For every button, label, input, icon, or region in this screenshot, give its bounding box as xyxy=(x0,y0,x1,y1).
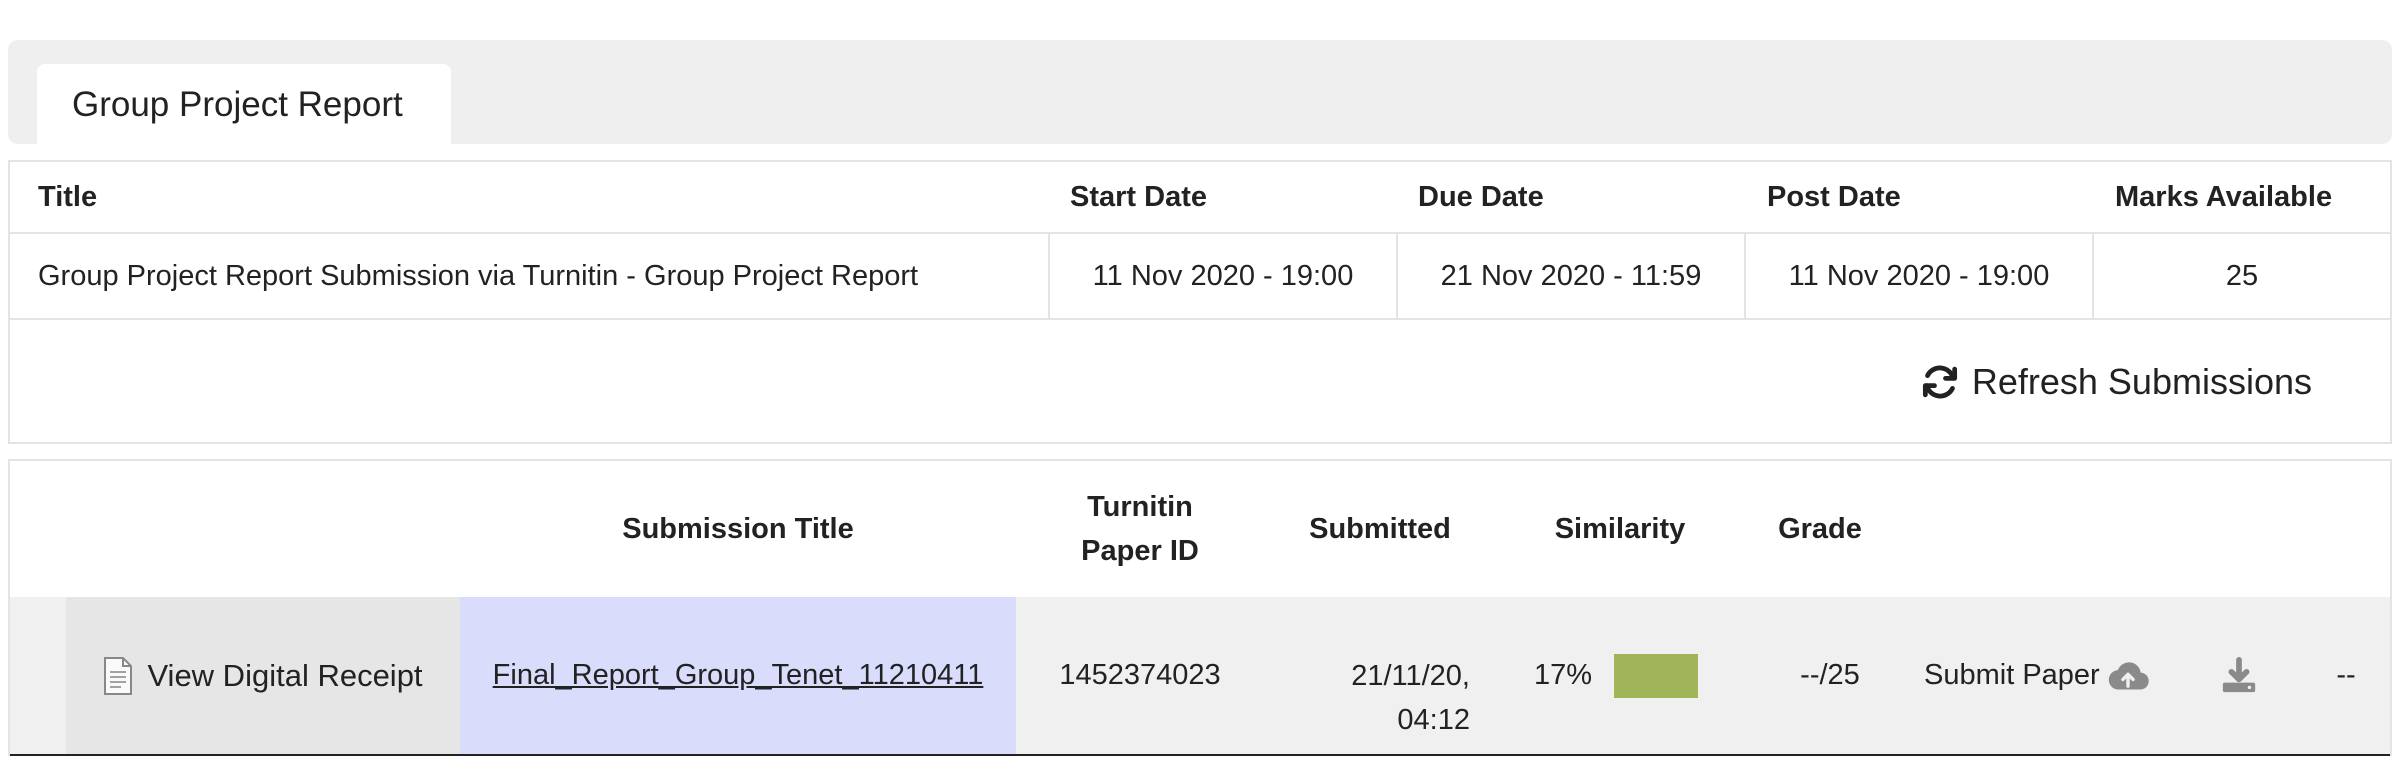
assignment-start-date: 11 Nov 2020 - 19:00 xyxy=(1048,234,1396,318)
submission-title-cell: Final_Report_Group_Tenet_11210411 xyxy=(460,597,1016,754)
refresh-submissions-button[interactable]: Refresh Submissions xyxy=(1918,352,2312,412)
submit-paper-label: Submit Paper xyxy=(1924,659,2100,691)
header-paper-id-line2: Paper ID xyxy=(1081,535,1199,567)
header-post-date: Post Date xyxy=(1767,180,1901,213)
header-start-date: Start Date xyxy=(1070,180,1207,213)
submission-title-link[interactable]: Final_Report_Group_Tenet_11210411 xyxy=(493,659,984,692)
similarity-bar[interactable] xyxy=(1614,653,1699,698)
submitted-date: 21/11/20, 04:12 xyxy=(1290,597,1470,754)
assignment-row: Group Project Report Submission via Turn… xyxy=(10,234,2390,320)
similarity-cell[interactable]: 17% xyxy=(1534,597,1734,754)
assignment-title: Group Project Report Submission via Turn… xyxy=(38,259,919,292)
tab-strip: Group Project Report xyxy=(8,40,2392,146)
header-due-date: Due Date xyxy=(1418,180,1544,213)
header-title: Title xyxy=(38,180,98,213)
row-last-value: -- xyxy=(2336,659,2356,691)
header-turnitin-paper-id: Turnitin Paper ID xyxy=(1020,461,1260,597)
receipt-label: View Digital Receipt xyxy=(147,657,423,693)
paper-id: 1452374023 xyxy=(1059,659,1221,691)
view-digital-receipt-button[interactable]: View Digital Receipt xyxy=(66,597,460,754)
submitted-time-line2: 04:12 xyxy=(1397,703,1470,736)
download-icon xyxy=(2222,656,2256,692)
submission-row: View Digital Receipt Final_Report_Group_… xyxy=(10,597,2390,756)
assignment-due-date: 21 Nov 2020 - 11:59 xyxy=(1396,234,1744,318)
submissions-header-row: Submission Title Turnitin Paper ID Submi… xyxy=(10,461,2390,597)
header-grade: Grade xyxy=(1778,513,1862,545)
submissions-table: Submission Title Turnitin Paper ID Submi… xyxy=(8,459,2392,756)
header-submission-title: Submission Title xyxy=(622,513,854,545)
tab-group-project-report[interactable]: Group Project Report xyxy=(37,64,451,146)
refresh-icon xyxy=(1922,365,1957,399)
header-similarity: Similarity xyxy=(1554,513,1686,545)
assignment-marks: 25 xyxy=(2092,234,2390,318)
assignment-header-row: Title Start Date Due Date Post Date Mark… xyxy=(10,162,2390,234)
cloud-upload-icon xyxy=(2108,661,2149,690)
assignment-post-date: 11 Nov 2020 - 19:00 xyxy=(1744,234,2092,318)
tab-label: Group Project Report xyxy=(72,85,403,124)
grade-value: --/25 xyxy=(1800,659,1860,691)
header-marks-available: Marks Available xyxy=(2115,180,2333,213)
header-submitted: Submitted xyxy=(1309,513,1451,545)
submitted-date-line1: 21/11/20, xyxy=(1351,659,1470,692)
assignment-table: Title Start Date Due Date Post Date Mark… xyxy=(8,160,2392,444)
document-icon xyxy=(104,656,133,695)
submit-paper-button[interactable]: Submit Paper xyxy=(1924,597,2174,754)
similarity-score: 17% xyxy=(1534,659,1593,691)
download-button[interactable] xyxy=(2214,597,2264,754)
refresh-label: Refresh Submissions xyxy=(1971,361,2312,402)
header-paper-id-line1: Turnitin xyxy=(1087,491,1193,523)
